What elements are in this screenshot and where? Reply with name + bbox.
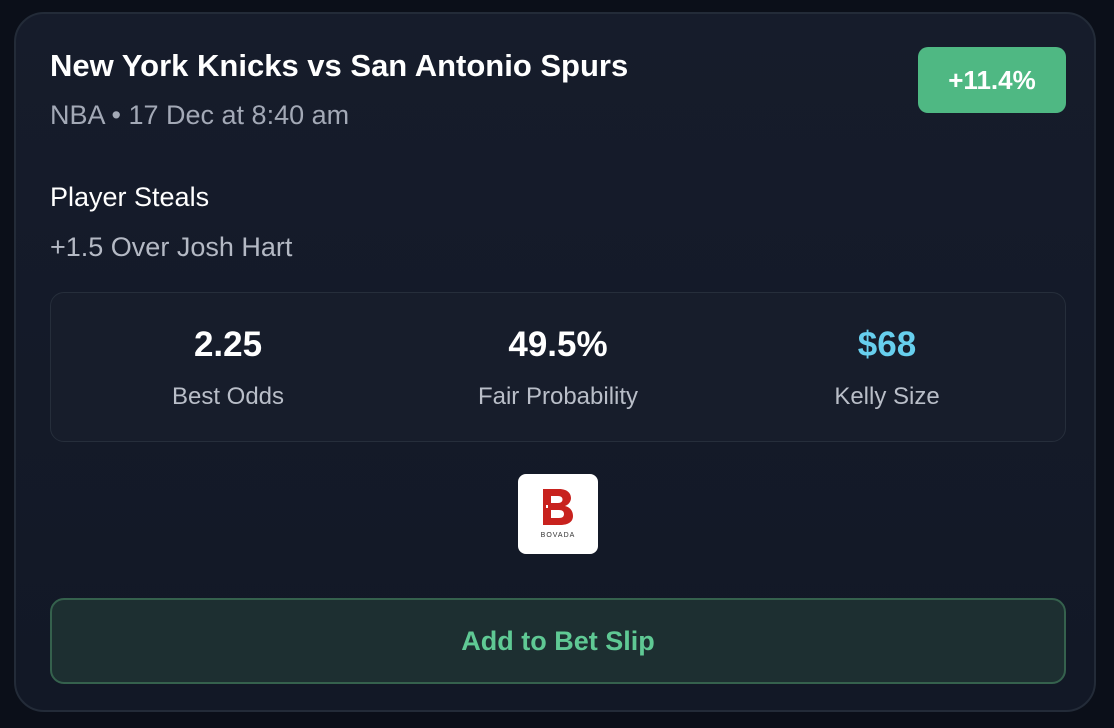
sportsbook-name: BOVADA [540,532,576,539]
add-to-bet-slip-button[interactable]: Add to Bet Slip [50,598,1066,684]
event-subtitle: NBA • 17 Dec at 8:40 am [50,100,350,130]
stat-best-odds: 2.25 Best Odds [63,293,393,443]
best-odds-value: 2.25 [193,325,263,364]
sportsbook-logo[interactable]: BOVADA [518,474,598,554]
stats-panel: 2.25 Best Odds 49.5% Fair Probability $6… [50,292,1066,442]
fair-probability-value: 49.5% [508,325,608,364]
kelly-size-label: Kelly Size [834,383,940,410]
edge-badge: +11.4% [918,47,1066,113]
bet-card: New York Knicks vs San Antonio Spurs NBA… [14,12,1096,712]
event-title: New York Knicks vs San Antonio Spurs [50,48,629,83]
stat-fair-probability: 49.5% Fair Probability [393,293,723,443]
bovada-logo-icon [543,489,573,525]
stat-kelly-size: $68 Kelly Size [722,293,1052,443]
market-name: Player Steals [50,182,210,212]
best-odds-label: Best Odds [171,383,285,410]
bet-selection: +1.5 Over Josh Hart [50,232,293,262]
kelly-size-value: $68 [857,325,917,364]
fair-probability-label: Fair Probability [477,383,639,410]
